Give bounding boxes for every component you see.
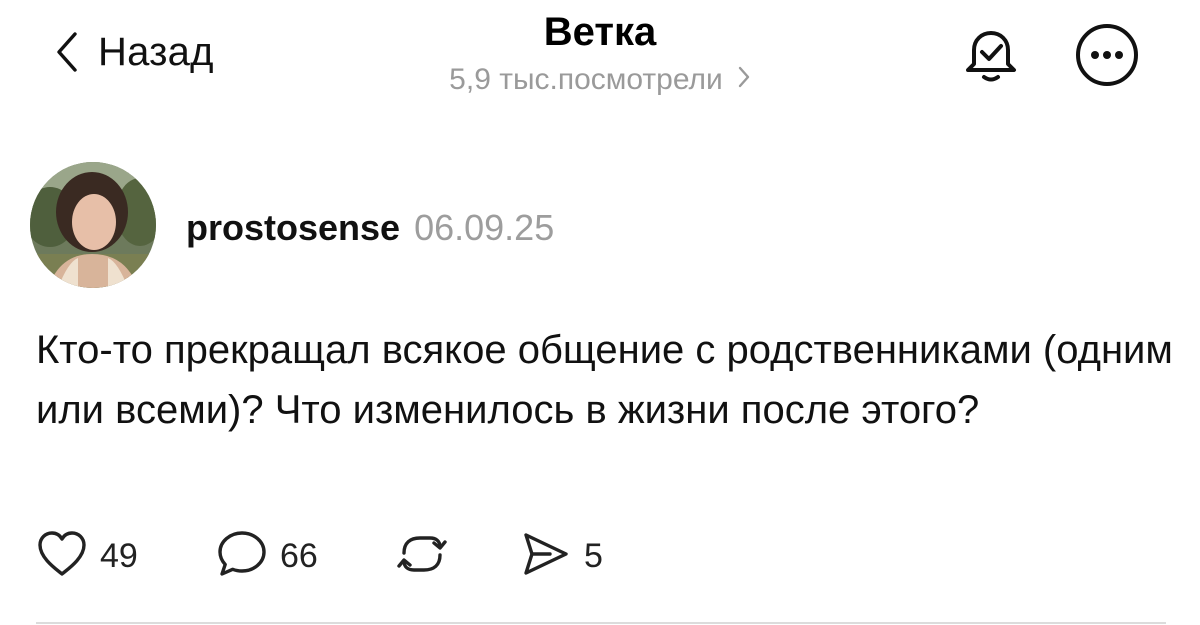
post-author-line: prostosense 06.09.25 (186, 200, 554, 256)
share-button[interactable]: 5 (520, 526, 603, 586)
views-link[interactable]: 5,9 тыс.посмотрели (449, 60, 751, 100)
notifications-button[interactable] (958, 22, 1024, 88)
back-label: Назад (98, 29, 214, 74)
comment-count: 66 (280, 536, 318, 575)
more-options-button[interactable] (1072, 22, 1142, 88)
header-bar: Назад Ветка 5,9 тыс.посмотрели (0, 0, 1200, 120)
chevron-right-icon (723, 60, 751, 100)
like-count: 49 (100, 536, 138, 575)
chevron-left-icon (56, 31, 78, 73)
more-dots-icon (1072, 24, 1142, 92)
post-text: Кто-то прекращал всякое общение с родств… (36, 328, 1173, 432)
like-button[interactable]: 49 (36, 526, 138, 586)
send-icon (520, 529, 572, 584)
title-block: Ветка 5,9 тыс.посмотрели (300, 6, 900, 100)
username[interactable]: prostosense (186, 207, 400, 249)
post-actions: 49 66 5 (36, 526, 736, 586)
views-count: 5,9 тыс.посмотрели (449, 63, 723, 96)
back-button[interactable]: Назад (56, 22, 214, 82)
page-title: Ветка (543, 10, 657, 54)
repost-button[interactable] (396, 526, 448, 586)
avatar[interactable] (30, 162, 156, 288)
post-date: 06.09.25 (414, 207, 555, 248)
comment-button[interactable]: 66 (216, 526, 318, 586)
divider (36, 622, 1166, 624)
repost-icon (396, 529, 448, 584)
share-count: 5 (584, 536, 603, 575)
bell-check-icon (958, 31, 1024, 92)
comment-bubble-icon (216, 529, 268, 584)
heart-icon (36, 530, 88, 583)
